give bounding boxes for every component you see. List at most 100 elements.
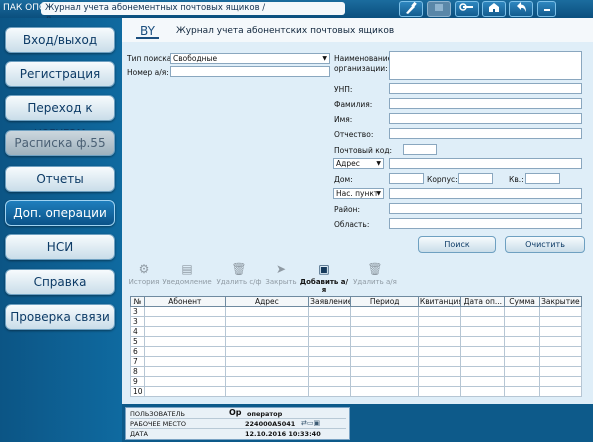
table-cell <box>350 366 419 377</box>
table-cell <box>350 306 419 317</box>
arrow-icon: ➤ <box>275 262 287 276</box>
table-cell <box>144 366 226 377</box>
table-cell <box>504 306 540 317</box>
patronymic-field[interactable] <box>389 128 582 139</box>
column-header[interactable]: Абонент <box>144 296 226 307</box>
table-cell <box>504 386 540 397</box>
sidebar-item-login[interactable]: Вход/выход <box>5 27 115 53</box>
apartment-field[interactable] <box>525 173 560 184</box>
district-field[interactable] <box>389 203 582 214</box>
search-button[interactable]: Поиск <box>418 236 496 253</box>
column-header[interactable]: Закрытие <box>538 296 583 307</box>
row-number-cell: 3 <box>129 306 146 317</box>
table-cell <box>504 316 540 327</box>
notification-button[interactable]: ▤ Уведомление <box>162 262 212 286</box>
house-label: Дом: <box>334 175 353 184</box>
table-cell <box>350 346 419 357</box>
table-cell <box>350 356 419 367</box>
table-cell <box>460 326 506 337</box>
sidebar-item-extra-operations[interactable]: Доп. операции <box>5 200 115 226</box>
row-number-cell: 9 <box>129 376 146 387</box>
table-cell <box>308 366 352 377</box>
sidebar-item-nsi[interactable]: НСИ <box>5 234 115 260</box>
table-row[interactable]: 5 <box>129 336 583 347</box>
row-number-cell: 5 <box>129 336 146 347</box>
org-name-label-1: Наименование <box>334 54 393 63</box>
sidebar-item-help[interactable]: Справка <box>5 269 115 295</box>
workplace-row: РАБОЧЕЕ МЕСТО 224000А5041 ⇄▭▣ <box>130 419 346 429</box>
region-field[interactable] <box>389 218 582 229</box>
minimize-icon[interactable] <box>537 1 556 17</box>
table-cell <box>350 326 419 337</box>
clear-button[interactable]: Очистить <box>505 236 585 253</box>
row-number-cell: 7 <box>129 356 146 367</box>
locality-select[interactable]: Нас. пункт ▼ <box>333 188 384 199</box>
postcode-field[interactable] <box>403 144 437 155</box>
table-cell <box>308 346 352 357</box>
address-field[interactable] <box>389 158 582 169</box>
table-row[interactable]: 4 <box>129 326 583 337</box>
table-cell <box>144 386 226 397</box>
table-cell <box>538 386 583 397</box>
table-cell <box>460 336 506 347</box>
sidebar-item-reports[interactable]: Отчеты <box>5 166 115 192</box>
column-header[interactable]: Период <box>350 296 419 307</box>
table-cell <box>538 356 583 367</box>
close-button[interactable]: ➤ Закрыть <box>263 262 299 286</box>
breadcrumb: Журнал учета абонементных почтовых ящико… <box>41 2 345 26</box>
column-header[interactable]: Адрес <box>224 296 310 307</box>
journal-header: BY Журнал учета абонентских почтовых ящи… <box>122 18 593 42</box>
session-info: ПОЛЬЗОВАТЕЛЬ Oр оператор РАБОЧЕЕ МЕСТО 2… <box>125 407 350 440</box>
table-row[interactable]: 7 <box>129 356 583 367</box>
date-label: ДАТА <box>130 430 148 438</box>
unp-field[interactable] <box>389 83 582 94</box>
delete-invoice-label: Удалить с/ф <box>216 278 262 286</box>
wrench-icon[interactable] <box>455 1 479 17</box>
lastname-field[interactable] <box>389 98 582 109</box>
table-row[interactable]: 3 <box>129 316 583 327</box>
history-button[interactable]: ⚙ История <box>126 262 162 286</box>
org-name-label-2: организации: <box>334 64 388 73</box>
table-cell <box>417 316 462 327</box>
table-row[interactable]: 6 <box>129 346 583 357</box>
sidebar-item-services[interactable]: Переход к услугам <box>5 95 115 139</box>
locality-field[interactable] <box>389 188 582 199</box>
table-row[interactable]: 3 <box>129 306 583 317</box>
row-number-cell: 3 <box>129 316 146 327</box>
workplace-label: РАБОЧЕЕ МЕСТО <box>130 420 187 428</box>
sidebar-item-registration[interactable]: Регистрация <box>5 61 115 87</box>
delete-box-button[interactable]: 🗑 Удалить а/я <box>351 262 399 286</box>
search-type-select[interactable]: Свободные ▼ <box>170 53 330 64</box>
building-field[interactable] <box>458 173 493 184</box>
column-header[interactable]: № <box>129 296 146 307</box>
status-bar: ПОЛЬЗОВАТЕЛЬ Oр оператор РАБОЧЕЕ МЕСТО 2… <box>122 404 593 442</box>
delete-invoice-button[interactable]: 🗑 Удалить с/ф <box>215 262 263 286</box>
table-cell <box>144 376 226 387</box>
house-field[interactable] <box>389 173 424 184</box>
firstname-field[interactable] <box>389 113 582 124</box>
firstname-label: Имя: <box>334 115 353 124</box>
back-icon[interactable] <box>509 1 533 17</box>
home-icon[interactable] <box>482 1 506 17</box>
table-row[interactable]: 9 <box>129 376 583 387</box>
table-cell <box>144 306 226 317</box>
table-row[interactable]: 8 <box>129 366 583 377</box>
add-box-button[interactable]: ▣ Добавить а/я <box>299 262 349 294</box>
column-header[interactable]: Сумма <box>504 296 540 307</box>
broom-icon[interactable] <box>399 1 423 17</box>
sidebar-item-receipt-f55[interactable]: Расписка ф.55 <box>5 130 115 156</box>
sidebar-item-connection-check[interactable]: Проверка связи <box>5 304 115 330</box>
column-header[interactable]: Квитанция <box>417 296 462 307</box>
table-row[interactable]: 10 <box>129 386 583 397</box>
notification-label: Уведомление <box>162 278 212 286</box>
table-cell <box>504 366 540 377</box>
column-header[interactable]: Заявление <box>308 296 352 307</box>
address-select[interactable]: Адрес ▼ <box>333 158 384 169</box>
org-name-field[interactable] <box>389 51 582 80</box>
column-header[interactable]: Дата оп... <box>460 296 506 307</box>
chevron-down-icon: ▼ <box>376 190 381 197</box>
table-cell <box>224 376 310 387</box>
table-cell <box>144 336 226 347</box>
printer-icon: ▤ <box>181 262 193 276</box>
box-number-field[interactable] <box>170 66 330 77</box>
